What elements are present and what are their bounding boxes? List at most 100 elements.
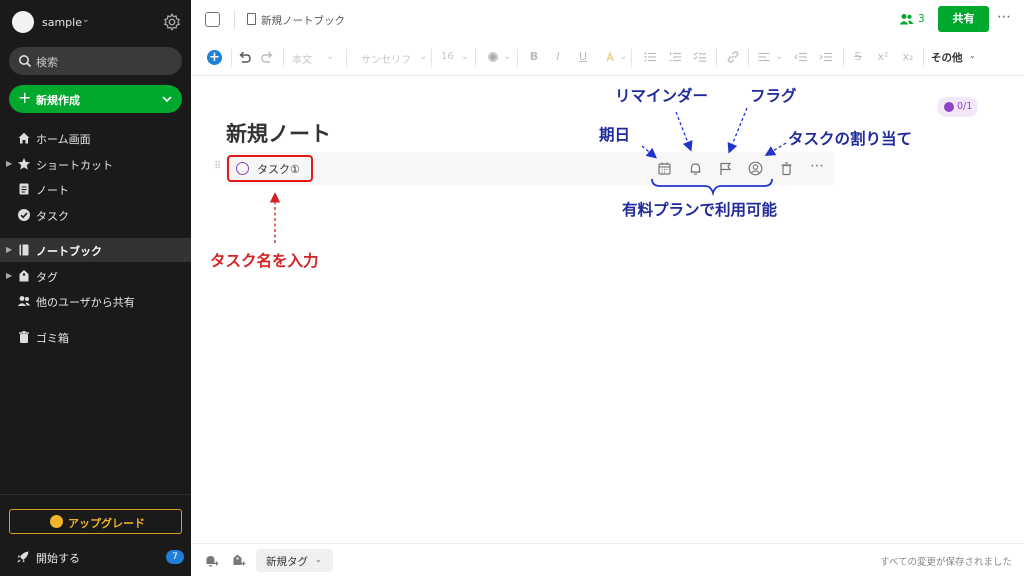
outdent-icon[interactable] — [794, 50, 808, 64]
sidebar-item-tags[interactable]: ▶ タグ — [0, 264, 191, 288]
font-family-select[interactable]: サンセリフ — [361, 51, 411, 66]
font-size-select[interactable]: 16 — [441, 51, 454, 62]
get-started-item[interactable]: 開始する 7 — [0, 545, 191, 569]
chevron-down-icon[interactable]: ⌄ — [503, 51, 511, 62]
upgrade-button[interactable]: アップグレード — [9, 509, 182, 534]
note-header: 新規ノートブック 3 共有 ⋯ — [191, 0, 1024, 40]
divider — [346, 49, 347, 67]
subscript-icon[interactable]: x₂ — [901, 50, 915, 64]
sidebar-item-shortcuts[interactable]: ▶ ショートカット — [0, 152, 191, 176]
align-left-icon[interactable] — [757, 50, 771, 64]
calendar-icon[interactable] — [657, 161, 672, 176]
new-tag-label: 新規タグ — [266, 556, 308, 568]
caret-right-icon[interactable]: ▶ — [6, 159, 12, 168]
user-name[interactable]: sample — [42, 16, 82, 29]
note-icon — [19, 183, 29, 195]
chevron-down-icon[interactable]: ⌄ — [326, 51, 334, 62]
add-reminder-icon[interactable] — [204, 553, 219, 568]
sidebar-item-home[interactable]: ホーム画面 — [0, 126, 191, 150]
new-tag-button[interactable]: 新規タグ ⌄ — [256, 549, 333, 572]
sidebar-item-label: タグ — [36, 271, 58, 284]
new-note-button[interactable]: + 新規作成 — [9, 85, 182, 113]
tag-icon — [19, 270, 29, 282]
chevron-down-icon[interactable]: ⌄ — [82, 15, 90, 25]
indent-icon[interactable] — [819, 50, 833, 64]
save-status: すべての変更が保存されました — [880, 557, 1012, 568]
get-started-label: 開始する — [36, 552, 80, 565]
chevron-down-icon[interactable] — [161, 93, 173, 105]
redo-icon[interactable] — [261, 50, 275, 64]
divider — [0, 494, 191, 495]
star-icon — [18, 158, 30, 170]
shared-users-icon[interactable] — [899, 12, 914, 26]
expand-icon[interactable] — [205, 12, 220, 27]
sidebar-item-label: ホーム画面 — [36, 133, 91, 146]
gear-icon[interactable] — [163, 13, 181, 31]
more-formatting-button[interactable]: その他 — [931, 50, 963, 65]
chevron-down-icon[interactable]: ⌄ — [775, 51, 783, 62]
highlight-icon[interactable] — [603, 50, 617, 64]
undo-icon[interactable] — [237, 50, 251, 64]
annotation-enter-task: タスク名を入力 — [210, 252, 319, 270]
notebook-icon — [19, 244, 29, 256]
divider — [475, 49, 476, 67]
link-icon[interactable] — [726, 50, 740, 64]
chevron-down-icon[interactable]: ⌄ — [461, 51, 469, 62]
task-progress-badge[interactable]: 0/1 — [937, 97, 978, 117]
bullet-list-icon[interactable] — [643, 50, 657, 64]
sidebar-item-trash[interactable]: ゴミ箱 — [0, 325, 191, 349]
paragraph-style-select[interactable]: 本文 — [292, 51, 312, 66]
flag-icon[interactable] — [718, 161, 733, 176]
divider — [234, 10, 235, 29]
insert-button[interactable]: + — [207, 50, 222, 65]
sidebar-item-shared[interactable]: 他のユーザから共有 — [0, 289, 191, 313]
task-progress-text: 0/1 — [957, 101, 973, 112]
underline-icon[interactable]: U — [576, 50, 590, 64]
task-checkbox[interactable] — [236, 162, 249, 175]
numbered-list-icon[interactable] — [668, 50, 682, 64]
chevron-down-icon[interactable]: ⌄ — [969, 51, 976, 60]
sidebar-item-notebooks[interactable]: ▶ ノートブック — [0, 238, 191, 262]
checklist-icon[interactable] — [693, 50, 707, 64]
notification-badge: 7 — [166, 550, 184, 564]
bell-icon[interactable] — [688, 161, 703, 176]
text-color-icon[interactable] — [486, 50, 500, 64]
shared-count[interactable]: 3 — [918, 13, 925, 25]
divider — [283, 49, 284, 67]
avatar[interactable] — [12, 11, 34, 33]
italic-icon[interactable]: I — [551, 50, 565, 64]
notebook-breadcrumb[interactable]: 新規ノートブック — [261, 13, 345, 28]
sidebar-item-label: ノートブック — [36, 245, 102, 258]
task-name-input[interactable]: タスク① — [257, 161, 300, 177]
superscript-icon[interactable]: x² — [876, 50, 890, 64]
lightning-icon — [50, 515, 63, 528]
divider — [748, 49, 749, 67]
drag-handle-icon[interactable]: ⠿ — [214, 161, 221, 172]
sidebar-item-notes[interactable]: ノート — [0, 177, 191, 201]
notebook-icon — [247, 13, 256, 25]
note-title[interactable]: 新規ノート — [226, 118, 331, 148]
strikethrough-icon[interactable]: S — [851, 50, 865, 64]
more-options-icon[interactable]: ⋯ — [997, 9, 1012, 25]
share-button[interactable]: 共有 — [938, 6, 989, 32]
divider — [843, 49, 844, 67]
caret-right-icon[interactable]: ▶ — [6, 245, 12, 254]
sidebar-item-label: 他のユーザから共有 — [36, 296, 135, 309]
bold-icon[interactable]: B — [527, 50, 541, 64]
task-item[interactable] — [225, 152, 834, 185]
sidebar-item-tasks[interactable]: タスク — [0, 203, 191, 227]
sidebar-item-label: ノート — [36, 184, 69, 197]
chevron-down-icon[interactable]: ⌄ — [419, 51, 427, 62]
add-tag-icon[interactable] — [231, 553, 246, 568]
sidebar-item-label: ゴミ箱 — [36, 332, 69, 345]
caret-right-icon[interactable]: ▶ — [6, 271, 12, 280]
chevron-down-icon[interactable]: ⌄ — [619, 51, 627, 62]
annotation-assign: タスクの割り当て — [788, 130, 913, 148]
divider — [716, 49, 717, 67]
assign-user-icon[interactable] — [748, 161, 763, 176]
more-options-icon[interactable]: ⋯ — [810, 158, 825, 174]
annotation-due-date: 期日 — [599, 126, 631, 144]
sidebar-item-label: タスク — [36, 210, 69, 223]
search-input[interactable]: 検索 — [9, 47, 182, 75]
trash-icon[interactable] — [779, 161, 794, 176]
